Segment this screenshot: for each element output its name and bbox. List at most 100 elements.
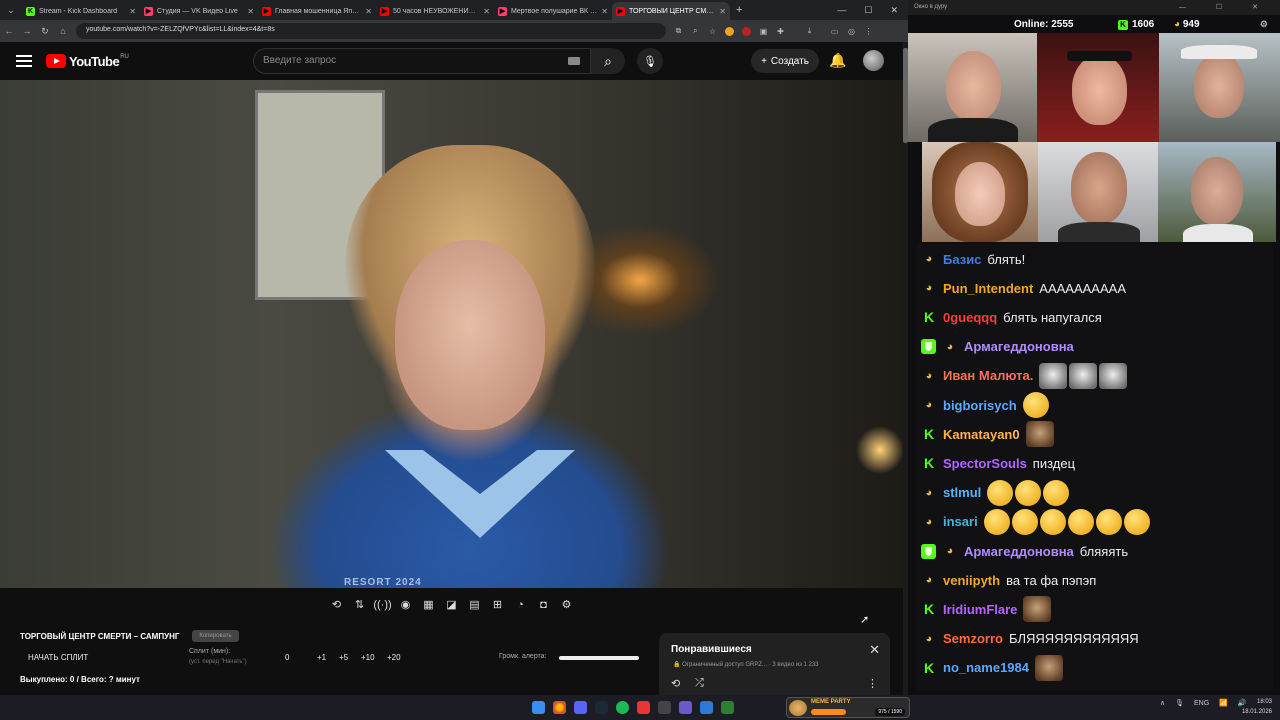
alert-volume-slider[interactable] (559, 656, 639, 660)
tray-chevron-icon[interactable]: ∧ (1160, 699, 1165, 707)
chrome-icon[interactable] (553, 701, 566, 714)
gear-icon[interactable]: ⚙ (1260, 19, 1268, 30)
loop-icon[interactable]: ⟲ (671, 677, 680, 690)
browser-tab[interactable]: K Stream - Kick Dashboard ✕ (22, 2, 140, 20)
start-icon[interactable] (532, 701, 545, 714)
chat-username[interactable]: Pun_Intendent (943, 281, 1033, 296)
chat-username[interactable]: no_name1984 (943, 660, 1029, 675)
tab-close-icon[interactable]: ✕ (483, 7, 490, 16)
home-icon[interactable]: ⌂ (54, 26, 72, 36)
keyboard-icon[interactable] (568, 57, 580, 65)
address-bar[interactable]: youtube.com/watch?v=-ZELZQfVPYc&list=LL&… (76, 23, 666, 39)
playlist-title[interactable]: Понравившиеся (671, 644, 752, 655)
browser-tab[interactable]: ▶ Студия — VK Видео Live ✕ (140, 2, 258, 20)
extension-icon[interactable]: ▣ (759, 27, 768, 36)
extension-icon[interactable] (725, 26, 734, 36)
tab-close-icon[interactable]: ✕ (719, 7, 726, 16)
player-control-icon[interactable]: ⊞ (489, 596, 506, 613)
chat-username[interactable]: Базис (943, 252, 981, 267)
browser-tab[interactable]: ▶ 50 часов НЕУВОЖЕНИЯ в SAM✕ (376, 2, 494, 20)
extension-icon[interactable] (742, 26, 751, 36)
maximize-button[interactable]: ☐ (864, 5, 872, 16)
zoom-icon[interactable]: ⌕ (691, 26, 700, 36)
spotify-icon[interactable] (616, 701, 629, 714)
increment-button-1[interactable]: +1 (317, 653, 326, 662)
discord-icon[interactable] (574, 701, 587, 714)
create-button[interactable]: + Создать (751, 49, 819, 73)
app-icon[interactable] (658, 701, 671, 714)
player-control-icon[interactable]: ⟲ (328, 596, 345, 613)
notifications-bell-icon[interactable]: 🔔 (829, 52, 846, 69)
shuffle-icon[interactable]: ⤮ (695, 677, 704, 690)
new-tab-button[interactable]: + (736, 4, 742, 16)
wifi-icon[interactable]: 📶 (1219, 699, 1228, 707)
tab-close-icon[interactable]: ✕ (247, 7, 254, 16)
overlay-window-controls[interactable]: — ☐ ✕ (1179, 3, 1272, 11)
increment-button-20[interactable]: +20 (387, 653, 401, 662)
chat-username[interactable]: SpectorSouls (943, 456, 1027, 471)
chat-username[interactable]: 0gueqqq (943, 310, 997, 325)
player-control-icon[interactable]: ◘ (535, 596, 552, 613)
chat-username[interactable]: insari (943, 514, 978, 529)
close-icon[interactable]: ✕ (869, 642, 880, 658)
minimize-button[interactable]: — (837, 5, 846, 15)
player-control-icon[interactable]: ((·)) (373, 596, 391, 613)
youtube-logo[interactable]: YouTube RU (46, 54, 129, 69)
clock[interactable]: 18:03 18.01.2026 (1242, 697, 1272, 717)
player-control-icon[interactable]: ⇅ (351, 596, 368, 613)
reload-icon[interactable]: ↻ (36, 26, 54, 37)
copy-button[interactable]: Копировать (192, 630, 239, 642)
increment-button-10[interactable]: +10 (361, 653, 375, 662)
tab-search-icon[interactable]: ⌄ (0, 0, 22, 20)
chat-username[interactable]: Армагеддоновна (964, 544, 1074, 559)
more-icon[interactable]: ⋮ (867, 677, 878, 690)
language-indicator[interactable]: ENG (1194, 700, 1209, 707)
browser-tab[interactable]: ▶ ТОРГОВЫЙ ЦЕНТР СМЕРТИ ✕ (612, 2, 730, 20)
chat-username[interactable]: Semzorro (943, 631, 1003, 646)
tab-close-icon[interactable]: ✕ (365, 7, 372, 16)
menu-icon[interactable]: ⋮ (864, 27, 873, 36)
account-avatar[interactable] (863, 50, 884, 71)
video-player[interactable]: RESORT 2024 (0, 80, 905, 588)
player-control-icon[interactable]: ◔ (512, 596, 529, 613)
meme-party-widget[interactable]: MEME PARTY 975 / 1590 (786, 697, 910, 718)
chat-username[interactable]: IridiumFlare (943, 602, 1017, 617)
start-split-button[interactable]: НАЧАТЬ СПЛИТ (28, 653, 88, 662)
chat-username[interactable]: stlmul (943, 485, 981, 500)
voice-search-button[interactable]: 🎙 (637, 48, 663, 74)
chat-username[interactable]: Армагеддоновна (964, 339, 1074, 354)
split-value[interactable]: 0 (285, 653, 289, 662)
player-control-icon[interactable]: ◪ (443, 596, 460, 613)
close-window-button[interactable]: ✕ (890, 5, 898, 16)
cast-icon[interactable]: ⧉ (674, 26, 683, 36)
tab-close-icon[interactable]: ✕ (129, 7, 136, 16)
player-control-icon[interactable]: ⚙ (558, 596, 575, 613)
star-icon[interactable]: ☆ (708, 27, 717, 36)
search-input[interactable]: Введите запрос (253, 48, 591, 74)
chat-username[interactable]: bigborisych (943, 398, 1017, 413)
player-control-icon[interactable]: ▦ (420, 596, 437, 613)
chat-username[interactable]: Kamatayan0 (943, 427, 1020, 442)
chat-username[interactable]: veniipyth (943, 573, 1000, 588)
player-control-icon[interactable]: ◉ (397, 596, 414, 613)
app-icon[interactable] (637, 701, 650, 714)
tab-close-icon[interactable]: ✕ (601, 7, 608, 16)
player-control-icon[interactable]: ▤ (466, 596, 483, 613)
browser-tab[interactable]: ▶ Мертвое полушарие ВК КЛИП✕ (494, 2, 612, 20)
profile-icon[interactable]: ◎ (847, 27, 856, 36)
app-icon[interactable] (679, 701, 692, 714)
chat-username[interactable]: Иван Малюта. (943, 368, 1033, 383)
puzzle-icon[interactable]: ✚ (776, 27, 785, 36)
sidebar-icon[interactable]: ▭ (830, 27, 839, 36)
back-icon[interactable]: ← (0, 26, 18, 36)
increment-button-5[interactable]: +5 (339, 653, 348, 662)
browser-tab[interactable]: ▶ Главная мошенница Японии ✕ (258, 2, 376, 20)
app-icon[interactable] (721, 701, 734, 714)
steam-icon[interactable] (595, 701, 608, 714)
app-icon[interactable] (700, 701, 713, 714)
tray-mic-icon[interactable]: 🎙 (1175, 699, 1184, 707)
hamburger-menu-icon[interactable] (16, 55, 32, 67)
download-icon[interactable]: ⤓ (805, 26, 814, 36)
search-button[interactable]: ⌕ (591, 48, 625, 74)
forward-icon[interactable]: → (18, 26, 36, 36)
